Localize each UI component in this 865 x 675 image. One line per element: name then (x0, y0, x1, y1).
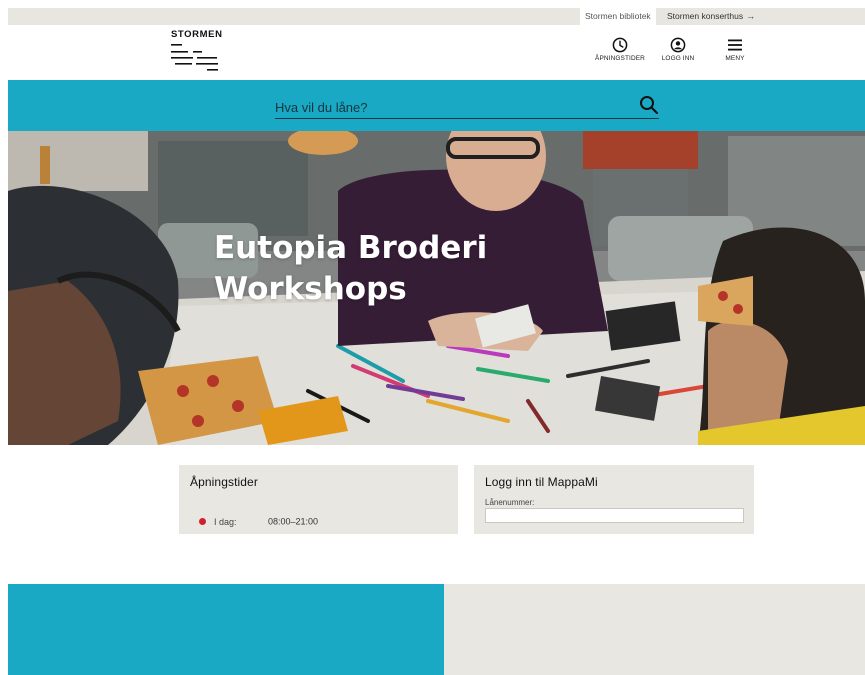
site-tab-library-label: Stormen bibliotek (585, 11, 651, 21)
site-tab-concert-hall-label: Stormen konserthus (667, 11, 744, 21)
page: Stormen bibliotek Stormen konserthus → ST… (8, 8, 865, 675)
site-header: STORMEN ÅPNINGSTIDER LOGG INN MENY (8, 25, 865, 80)
site-tab-concert-hall[interactable]: Stormen konserthus → (662, 8, 760, 25)
wind-lines-icon (171, 44, 218, 71)
feature-block-teal (8, 584, 444, 675)
menu-label: MENY (725, 55, 745, 62)
hero-banner[interactable]: Eutopia Broderi Workshops (8, 131, 865, 445)
search-form (275, 95, 659, 119)
login-card-title: Logg inn til MappaMi (485, 475, 598, 489)
login-label: LOGG INN (661, 55, 695, 62)
logo-wordmark: STORMEN (171, 29, 223, 40)
login-button[interactable]: LOGG INN (648, 37, 708, 62)
search-band (8, 80, 865, 131)
opening-hours-label: ÅPNINGSTIDER (595, 55, 645, 62)
site-switcher-bar: Stormen bibliotek Stormen konserthus → (8, 8, 865, 25)
opening-hours-title: Åpningstider (190, 475, 258, 489)
site-tab-library[interactable]: Stormen bibliotek (580, 8, 656, 25)
feature-block-grey (444, 584, 865, 675)
today-hours-value: 08:00–21:00 (268, 516, 319, 527)
today-label: I dag: (214, 516, 237, 527)
hero-title[interactable]: Eutopia Broderi Workshops (214, 228, 534, 310)
card-number-field[interactable] (485, 508, 744, 523)
search-icon[interactable] (639, 95, 659, 115)
opening-hours-card: Åpningstider I dag: 08:00–21:00 (179, 465, 458, 534)
card-number-label: Lånenummer: (485, 498, 535, 507)
today-hours-row: I dag: 08:00–21:00 (199, 516, 318, 527)
stormen-logo[interactable]: STORMEN (171, 29, 231, 75)
hamburger-icon (728, 39, 742, 51)
opening-hours-button[interactable]: ÅPNINGSTIDER (590, 37, 650, 62)
login-card: Logg inn til MappaMi Lånenummer: (474, 465, 754, 534)
menu-button[interactable]: MENY (705, 37, 765, 62)
clock-icon (612, 37, 628, 53)
status-dot-icon (199, 518, 206, 526)
arrow-right-icon: → (746, 11, 756, 21)
search-input[interactable] (275, 97, 625, 118)
user-icon (670, 37, 686, 53)
